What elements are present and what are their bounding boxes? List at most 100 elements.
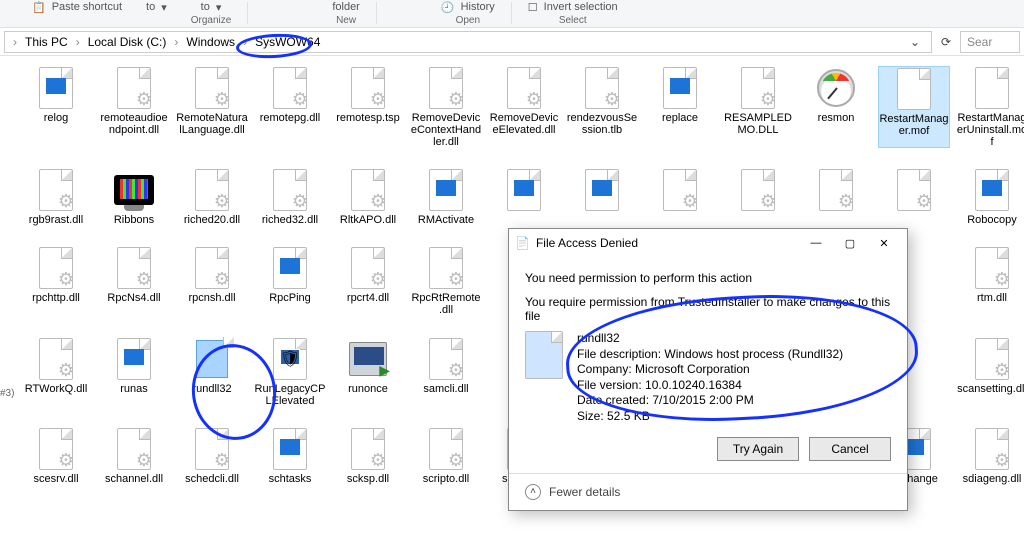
file-label: rpchttp.dll (32, 292, 80, 304)
fewer-details-toggle[interactable]: ˄ Fewer details (509, 473, 907, 510)
meta-version: File version: 10.0.10240.16384 (577, 378, 843, 394)
file-item[interactable]: rgb9rast.dll (20, 168, 92, 226)
file-item[interactable] (800, 168, 872, 226)
gear-icon (424, 337, 468, 381)
file-item[interactable]: RestartManager.mof (878, 66, 950, 148)
file-access-denied-dialog: 📄 File Access Denied — ▢ ✕ You need perm… (508, 228, 908, 511)
file-item[interactable]: scksp.dll (332, 427, 404, 485)
file-label: RpcRtRemote.dll (410, 292, 482, 316)
breadcrumb[interactable]: › This PC › Local Disk (C:) › Windows › … (4, 31, 932, 53)
dialog-subtext: You require permission from TrustedInsta… (525, 295, 891, 323)
ribbons-icon (112, 168, 156, 212)
chevron-right-icon[interactable]: › (11, 35, 19, 49)
maximize-button[interactable]: ▢ (833, 232, 867, 254)
cancel-button[interactable]: Cancel (809, 437, 891, 461)
file-label: rendezvousSession.tlb (566, 112, 638, 136)
file-item[interactable]: rpcrt4.dll (332, 246, 404, 316)
file-item[interactable]: scansetting.dll (956, 337, 1024, 407)
file-item[interactable]: riched32.dll (254, 168, 326, 226)
file-item[interactable]: runas (98, 337, 170, 407)
file-item[interactable]: riched20.dll (176, 168, 248, 226)
gear-icon (892, 168, 936, 212)
file-item[interactable]: Ribbons (98, 168, 170, 226)
file-item[interactable]: rundll32 (176, 337, 248, 407)
file-item[interactable] (878, 168, 950, 226)
file-item[interactable]: resmon (800, 66, 872, 148)
file-label: rgb9rast.dll (29, 214, 83, 226)
to-1[interactable]: to (146, 1, 155, 13)
crumb-syswow64[interactable]: SysWOW64 (251, 35, 324, 49)
address-dropdown-icon[interactable]: ⌄ (905, 32, 925, 52)
file-item[interactable]: RemoveDeviceContextHandler.dll (410, 66, 482, 148)
paste-shortcut-icon: 📋 (32, 1, 46, 14)
file-label: RESAMPLEDMO.DLL (722, 112, 794, 136)
file-item[interactable]: RpcRtRemote.dll (410, 246, 482, 316)
gear-icon (34, 337, 78, 381)
file-item[interactable] (644, 168, 716, 226)
fewer-details-label: Fewer details (549, 485, 620, 499)
file-item[interactable] (488, 168, 560, 226)
file-item[interactable]: rendezvousSession.tlb (566, 66, 638, 148)
file-item[interactable]: RpcNs4.dll (98, 246, 170, 316)
file-item[interactable]: rtm.dll (956, 246, 1024, 316)
file-label: RTWorkQ.dll (25, 383, 88, 395)
file-item[interactable]: sdiageng.dll (956, 427, 1024, 485)
file-item[interactable]: RestartManagerUninstall.mof (956, 66, 1024, 148)
crumb-c[interactable]: Local Disk (C:) (84, 35, 171, 49)
file-item[interactable] (722, 168, 794, 226)
runonce-icon (346, 337, 390, 381)
open-group-label: Open (456, 15, 480, 26)
term-icon (112, 337, 156, 381)
file-item[interactable]: RltkAPO.dll (332, 168, 404, 226)
file-item[interactable]: rpcnsh.dll (176, 246, 248, 316)
file-item[interactable]: runonce (332, 337, 404, 407)
close-button[interactable]: ✕ (867, 232, 901, 254)
file-item[interactable]: RTWorkQ.dll (20, 337, 92, 407)
to-2[interactable]: to (201, 1, 210, 13)
gear-icon (112, 427, 156, 471)
file-item[interactable] (566, 168, 638, 226)
file-item[interactable]: RemoteNaturalLanguage.dll (176, 66, 248, 148)
file-item[interactable]: remoteaudioendpoint.dll (98, 66, 170, 148)
file-item[interactable]: relog (20, 66, 92, 148)
shield-icon (268, 337, 312, 381)
history-label[interactable]: History (461, 1, 495, 13)
crumb-this-pc[interactable]: This PC (21, 35, 72, 49)
paste-shortcut-label[interactable]: Paste shortcut (52, 1, 122, 13)
file-item[interactable]: replace (644, 66, 716, 148)
file-item[interactable]: samcli.dll (410, 337, 482, 407)
file-item[interactable]: rpchttp.dll (20, 246, 92, 316)
dialog-title-icon: 📄 (515, 236, 530, 250)
invert-label[interactable]: Invert selection (544, 1, 618, 13)
refresh-button[interactable]: ⟳ (936, 32, 956, 52)
file-item[interactable]: scesrv.dll (20, 427, 92, 485)
file-label: rtm.dll (977, 292, 1007, 304)
file-item[interactable]: RunLegacyCPLElevated (254, 337, 326, 407)
file-item[interactable]: remotepg.dll (254, 66, 326, 148)
term-icon (502, 168, 546, 212)
file-item[interactable]: remotesp.tsp (332, 66, 404, 148)
try-again-button[interactable]: Try Again (717, 437, 799, 461)
search-input[interactable]: Sear (960, 31, 1020, 53)
file-item[interactable]: schedcli.dll (176, 427, 248, 485)
ribbon: 📋 Paste shortcut to▾ to▾ Organize folder… (0, 0, 1024, 28)
crumb-windows[interactable]: Windows (182, 35, 239, 49)
file-item[interactable]: schannel.dll (98, 427, 170, 485)
file-item[interactable]: RESAMPLEDMO.DLL (722, 66, 794, 148)
minimize-button[interactable]: — (799, 232, 833, 254)
gear-icon (736, 168, 780, 212)
gear-icon (112, 246, 156, 290)
folder-label[interactable]: folder (332, 1, 360, 13)
file-item[interactable]: RpcPing (254, 246, 326, 316)
cropped-text: #3) (0, 388, 14, 399)
file-item[interactable]: RemoveDeviceElevated.dll (488, 66, 560, 148)
term-icon (268, 246, 312, 290)
file-item[interactable]: RMActivate (410, 168, 482, 226)
file-item[interactable]: scripto.dll (410, 427, 482, 485)
gear-icon (34, 427, 78, 471)
gear-icon (814, 168, 858, 212)
gear-icon (346, 246, 390, 290)
dialog-titlebar[interactable]: 📄 File Access Denied — ▢ ✕ (509, 229, 907, 257)
file-item[interactable]: schtasks (254, 427, 326, 485)
file-item[interactable]: Robocopy (956, 168, 1024, 226)
